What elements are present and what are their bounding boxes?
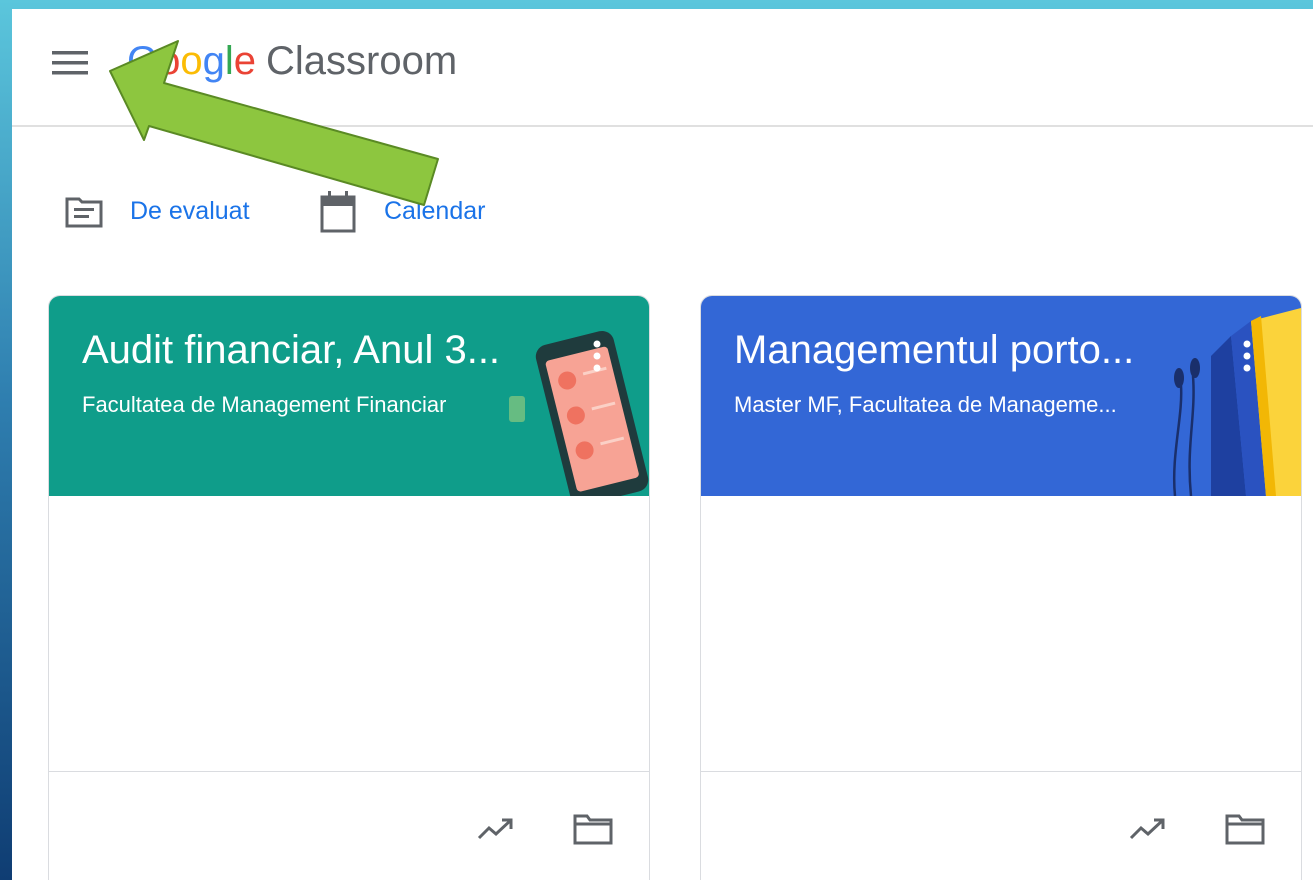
calendar-icon bbox=[320, 191, 356, 233]
calendar-link[interactable]: Calendar bbox=[318, 187, 485, 235]
course-title[interactable]: Audit financiar, Anul 3... bbox=[82, 328, 500, 373]
course-title[interactable]: Managementul porto... bbox=[734, 328, 1134, 373]
to-review-icon bbox=[65, 197, 103, 228]
trending-up-icon bbox=[477, 818, 513, 840]
folder-icon bbox=[573, 814, 613, 845]
drive-folder-button[interactable] bbox=[571, 807, 615, 851]
trending-up-icon bbox=[1129, 818, 1165, 840]
to-review-link[interactable]: De evaluat bbox=[64, 187, 250, 235]
main-menu-button[interactable] bbox=[46, 39, 94, 87]
course-card[interactable]: Managementul porto... Master MF, Faculta… bbox=[700, 295, 1302, 880]
calendar-label: Calendar bbox=[384, 196, 486, 225]
hamburger-menu-icon bbox=[52, 51, 88, 75]
folder-icon bbox=[1225, 814, 1265, 845]
course-section: Master MF, Facultatea de Manageme... bbox=[734, 392, 1117, 417]
classroom-window: Google Classroom De evaluat Calendar Aud… bbox=[12, 9, 1313, 880]
gradebook-button[interactable] bbox=[475, 807, 519, 851]
course-section: Facultatea de Management Financiar bbox=[82, 392, 447, 417]
course-card[interactable]: Audit financiar, Anul 3... Facultatea de… bbox=[48, 295, 650, 880]
card-divider bbox=[49, 771, 649, 772]
more-options-icon[interactable] bbox=[585, 336, 609, 376]
google-classroom-logo[interactable]: Google Classroom bbox=[127, 39, 457, 83]
more-options-icon[interactable] bbox=[1235, 336, 1259, 376]
drive-folder-button[interactable] bbox=[1223, 807, 1267, 851]
to-review-label: De evaluat bbox=[130, 196, 250, 225]
course-card-header[interactable]: Managementul porto... Master MF, Faculta… bbox=[701, 296, 1301, 496]
product-name: Classroom bbox=[266, 39, 458, 83]
card-divider bbox=[701, 771, 1301, 772]
phone-illustration bbox=[509, 330, 649, 496]
course-card-header[interactable]: Audit financiar, Anul 3... Facultatea de… bbox=[49, 296, 649, 496]
top-bar: Google Classroom bbox=[12, 9, 1313, 127]
gradebook-button[interactable] bbox=[1127, 807, 1171, 851]
notebook-illustration bbox=[1172, 308, 1301, 496]
